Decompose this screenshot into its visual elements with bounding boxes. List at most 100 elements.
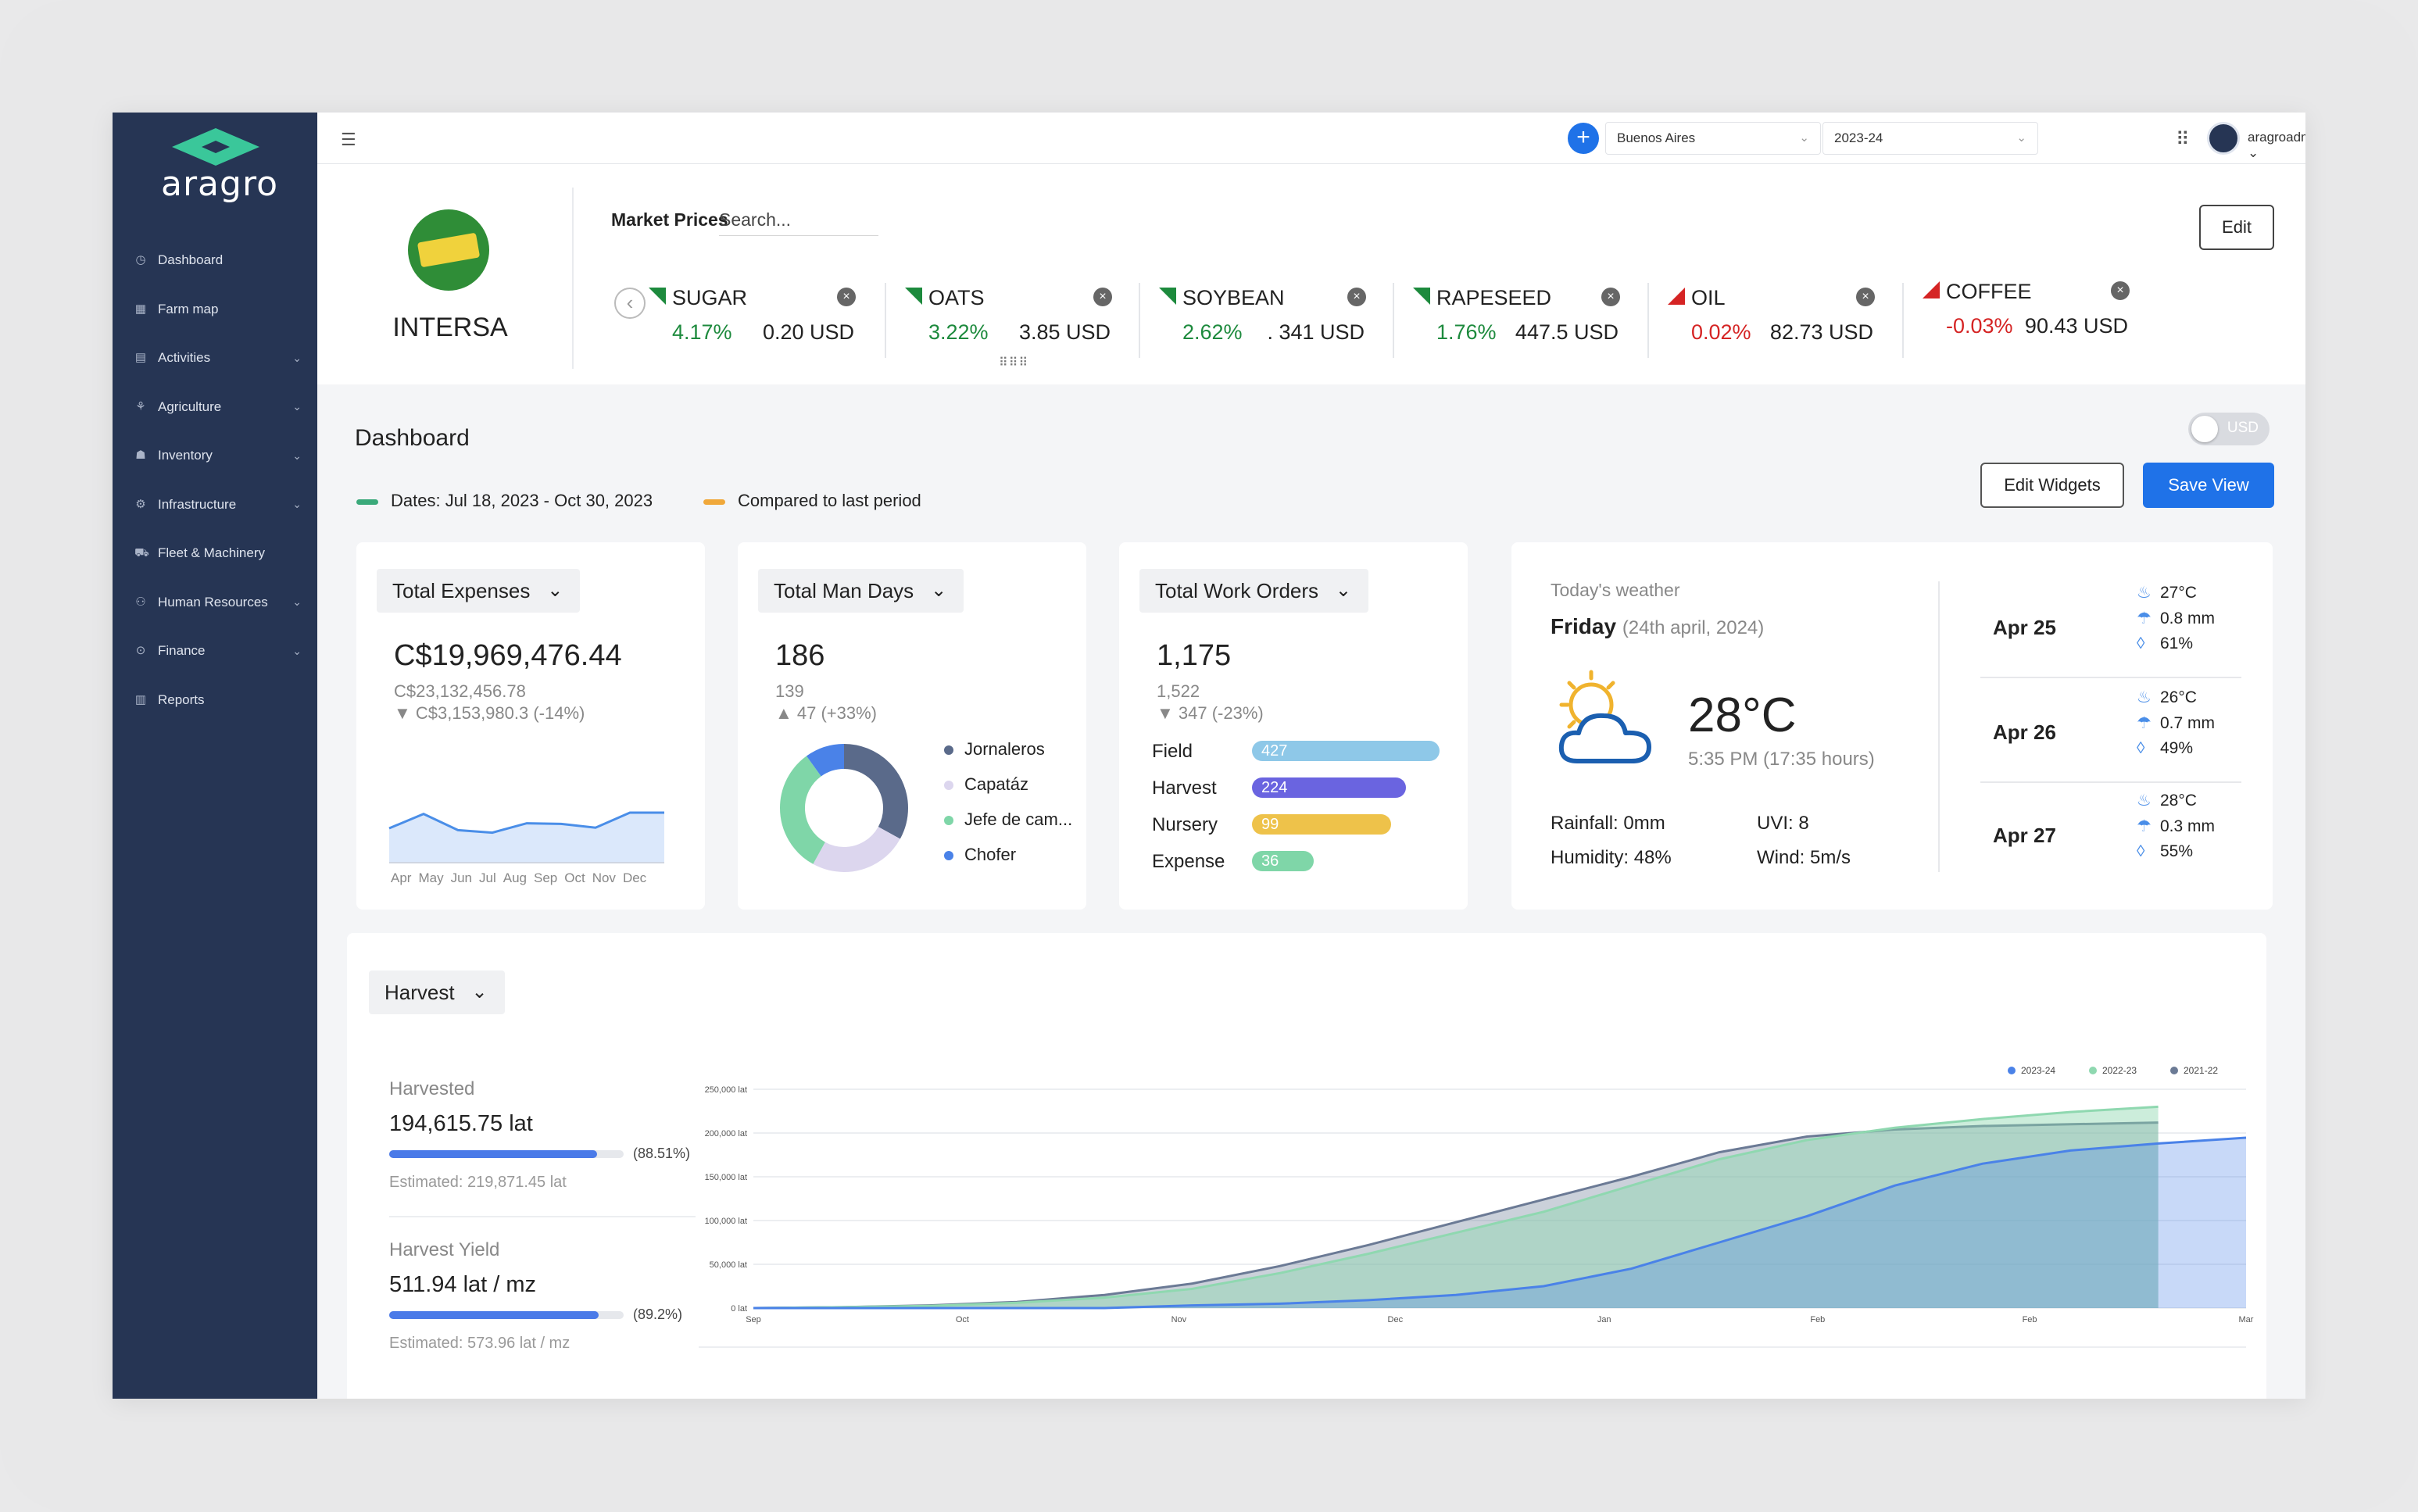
yield-percent: (89.2%): [633, 1306, 683, 1322]
season-select[interactable]: 2023-24 ⌄: [1822, 122, 2038, 155]
chevron-down-icon: ⌄: [292, 644, 302, 657]
forecast-temp-value: 26°C: [2160, 688, 2197, 706]
harvest-selector-label: Harvest: [385, 981, 455, 1004]
work-orders-value: 1,175: [1157, 639, 1232, 672]
work-order-row[interactable]: Harvest 224: [1152, 771, 1465, 808]
save-view-button[interactable]: Save View: [2143, 463, 2274, 508]
user-menu[interactable]: aragroadmin ⌄: [2248, 130, 2305, 161]
sidebar-item-activities[interactable]: ▤ Activities ⌄: [134, 334, 306, 383]
weather-label: Today's weather: [1551, 580, 1680, 600]
month-tick: May: [418, 870, 444, 885]
sidebar-item-fleet-machinery[interactable]: ⛟ Fleet & Machinery: [134, 529, 306, 578]
finance-icon: ⊙: [135, 644, 146, 658]
ticker-sugar[interactable]: SUGAR × 4.17% 0.20 USD: [649, 281, 903, 359]
ticker-price: 90.43 USD: [2024, 314, 2128, 338]
chevron-down-icon: ⌄: [292, 498, 302, 511]
sidebar-item-human-resources[interactable]: ⚇ Human Resources ⌄: [134, 578, 306, 627]
chevron-down-icon: ⌄: [2016, 131, 2026, 145]
sidebar-item-finance[interactable]: ⊙ Finance ⌄: [134, 627, 306, 676]
work-order-row[interactable]: Expense 36: [1152, 845, 1465, 881]
sidebar-item-inventory[interactable]: ☗ Inventory ⌄: [134, 431, 306, 481]
ticker-price: 447.5 USD: [1515, 320, 1619, 344]
drag-handle-icon[interactable]: ⠿⠿⠿: [999, 355, 1028, 370]
remove-icon[interactable]: ×: [1601, 288, 1620, 306]
ticker-price: . 341 USD: [1267, 320, 1365, 344]
man-days-selector[interactable]: Total Man Days ⌄: [758, 569, 964, 613]
compare-label: Compared to last period: [738, 491, 921, 510]
man-days-delta: ▲ 47 (+33%): [775, 703, 878, 723]
add-button[interactable]: +: [1568, 123, 1599, 154]
remove-icon[interactable]: ×: [837, 288, 856, 306]
y-tick-label: 50,000 lat: [710, 1260, 747, 1270]
sidebar-item-agriculture[interactable]: ⚘ Agriculture ⌄: [134, 383, 306, 432]
remove-icon[interactable]: ×: [1093, 288, 1112, 306]
infrastructure-icon: ⚙: [135, 497, 146, 511]
brand-logo[interactable]: aragro: [161, 127, 278, 204]
remove-icon[interactable]: ×: [2111, 281, 2130, 300]
location-select[interactable]: Buenos Aires ⌄: [1605, 122, 1821, 155]
legend-label: Jornaleros: [964, 739, 1045, 759]
wind: Wind: 5m/s: [1757, 847, 1851, 868]
sidebar-item-label: Human Resources: [158, 594, 268, 609]
trend-down-icon: [1923, 281, 1940, 298]
sidebar-item-farm-map[interactable]: ▦ Farm map: [134, 285, 306, 334]
sidebar-item-reports[interactable]: ▥ Reports: [134, 676, 306, 725]
legend-dot: [944, 781, 953, 790]
uvi: UVI: 8: [1757, 813, 1809, 834]
forecast-temp: ♨ 28°C: [2137, 791, 2215, 817]
man-days-donut-chart: [780, 744, 908, 872]
weather-date: (24th april, 2024): [1622, 617, 1765, 638]
divider: [1938, 581, 1940, 872]
divider: [885, 283, 886, 358]
yield-label: Harvest Yield: [389, 1239, 500, 1260]
chevron-down-icon: ⌄: [1799, 131, 1809, 145]
work-order-bar: 36: [1252, 851, 1314, 871]
edit-button[interactable]: Edit: [2199, 205, 2274, 250]
expenses-title: Total Expenses: [392, 579, 531, 602]
forecast-temp-value: 27°C: [2160, 584, 2197, 602]
currency-toggle[interactable]: USD: [2188, 413, 2270, 445]
ticker-oil[interactable]: OIL × 0.02% 82.73 USD: [1668, 281, 1922, 359]
ticker-oats[interactable]: OATS × 3.22% 3.85 USD: [905, 281, 1159, 359]
harvest-selector[interactable]: Harvest ⌄: [369, 970, 505, 1014]
divider: [1980, 677, 2241, 678]
apps-grid-icon[interactable]: ⠿: [2176, 128, 2190, 151]
avatar[interactable]: [2207, 122, 2240, 155]
forecast-rain-value: 0.7 mm: [2160, 714, 2216, 732]
market-search-input[interactable]: Search...: [719, 205, 878, 236]
prev-arrow-icon[interactable]: ‹: [614, 288, 646, 319]
forecast-date: Apr 26: [1993, 720, 2056, 744]
sidebar-item-dashboard[interactable]: ◷ Dashboard: [134, 236, 306, 285]
work-order-row[interactable]: Nursery 99: [1152, 808, 1465, 845]
sidebar-item-label: Infrastructure: [158, 496, 237, 512]
forecast-date: Apr 27: [1993, 824, 2056, 847]
harvested-label: Harvested: [389, 1078, 475, 1099]
work-order-label: Harvest: [1152, 777, 1217, 799]
month-tick: Aug: [503, 870, 527, 885]
forecast-humidity: ◊ 61%: [2137, 634, 2215, 660]
expenses-month-axis: Apr May Jun Jul Aug Sep Oct Nov Dec: [391, 870, 646, 886]
ticker-coffee[interactable]: COFFEE × -0.03% 90.43 USD: [1923, 275, 2177, 353]
divider: [572, 188, 574, 369]
forecast-day: Apr 26 ♨ 26°C ☂ 0.7 mm ◊ 49%: [1980, 688, 2241, 789]
expenses-selector[interactable]: Total Expenses ⌄: [377, 569, 581, 613]
menu-toggle-icon[interactable]: ☰: [341, 130, 356, 150]
sidebar-item-infrastructure[interactable]: ⚙ Infrastructure ⌄: [134, 481, 306, 530]
legend-item: Chofer: [944, 845, 1072, 880]
edit-widgets-button[interactable]: Edit Widgets: [1980, 463, 2124, 508]
ticker-soybean[interactable]: SOYBEAN × 2.62% . 341 USD: [1159, 281, 1413, 359]
sidebar-item-label: Activities: [158, 350, 211, 366]
remove-icon[interactable]: ×: [1347, 288, 1366, 306]
brand-name: aragro: [161, 164, 278, 204]
ticker-price: 3.85 USD: [1018, 320, 1111, 344]
weather-day-name: Friday: [1551, 614, 1617, 638]
ticker-change: 0.02%: [1691, 320, 1751, 344]
work-orders-selector[interactable]: Total Work Orders ⌄: [1139, 569, 1369, 613]
work-order-row[interactable]: Field 427: [1152, 735, 1465, 771]
harvest-area-chart: 250,000 lat 200,000 lat 150,000 lat 100,000…: [699, 1065, 2254, 1348]
sidebar-item-label: Finance: [158, 643, 206, 659]
ticker-rapeseed[interactable]: RAPESEED × 1.76% 447.5 USD: [1413, 281, 1667, 359]
rain-icon: ☂: [2137, 714, 2152, 732]
expenses-widget: Total Expenses ⌄ C$19,969,476.44 C$23,132…: [356, 542, 705, 910]
remove-icon[interactable]: ×: [1856, 288, 1875, 306]
